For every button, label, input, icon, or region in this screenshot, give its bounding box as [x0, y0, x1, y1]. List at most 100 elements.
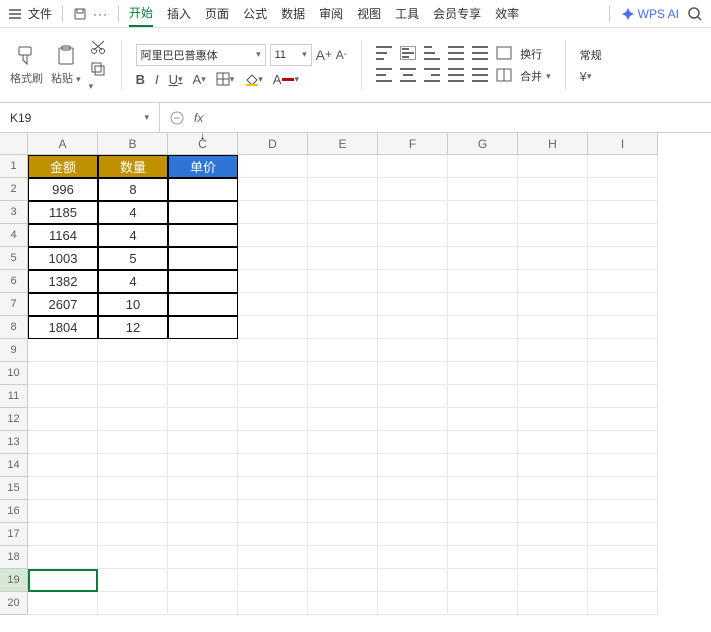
tab-formula[interactable]: 公式: [243, 1, 267, 26]
cell[interactable]: [308, 339, 378, 362]
cell[interactable]: [168, 569, 238, 592]
cell[interactable]: [588, 454, 658, 477]
cell[interactable]: [378, 408, 448, 431]
orientation-icon[interactable]: [496, 46, 512, 62]
cell[interactable]: [308, 362, 378, 385]
cell[interactable]: [378, 339, 448, 362]
cell[interactable]: 2607: [28, 293, 98, 316]
cell[interactable]: [238, 477, 308, 500]
cancel-icon[interactable]: [170, 111, 184, 125]
cell[interactable]: [588, 247, 658, 270]
cell[interactable]: [98, 454, 168, 477]
cell[interactable]: [518, 316, 588, 339]
strikethrough-button[interactable]: A▾: [193, 72, 206, 87]
row-header[interactable]: 20: [0, 592, 28, 615]
cell[interactable]: [588, 201, 658, 224]
cell[interactable]: [588, 546, 658, 569]
cell[interactable]: [518, 569, 588, 592]
cell[interactable]: [238, 454, 308, 477]
justify-icon[interactable]: [448, 68, 464, 82]
cell[interactable]: [448, 454, 518, 477]
cell[interactable]: [28, 408, 98, 431]
cell[interactable]: 996: [28, 178, 98, 201]
cell[interactable]: [518, 339, 588, 362]
cell[interactable]: [588, 316, 658, 339]
number-format-select[interactable]: 常规: [580, 47, 602, 63]
cell[interactable]: [448, 316, 518, 339]
cell[interactable]: 1003: [28, 247, 98, 270]
row-header[interactable]: 19: [0, 569, 28, 592]
cell[interactable]: 12: [98, 316, 168, 339]
cell[interactable]: [98, 408, 168, 431]
column-header[interactable]: D: [238, 133, 308, 155]
cell[interactable]: [168, 500, 238, 523]
align-middle-icon[interactable]: [400, 46, 416, 60]
cell[interactable]: [168, 385, 238, 408]
cell[interactable]: [308, 523, 378, 546]
fx-icon[interactable]: fx: [194, 111, 203, 125]
cell[interactable]: [238, 362, 308, 385]
cell[interactable]: [588, 523, 658, 546]
cell[interactable]: 4: [98, 224, 168, 247]
cell[interactable]: [28, 362, 98, 385]
cell[interactable]: [28, 500, 98, 523]
column-header[interactable]: I: [588, 133, 658, 155]
cell[interactable]: [168, 477, 238, 500]
cell[interactable]: [238, 523, 308, 546]
column-header[interactable]: G: [448, 133, 518, 155]
cell[interactable]: [98, 500, 168, 523]
select-all-corner[interactable]: [0, 133, 28, 155]
cell[interactable]: [168, 201, 238, 224]
cell[interactable]: [588, 362, 658, 385]
cell[interactable]: [98, 523, 168, 546]
decrease-indent-icon[interactable]: [448, 46, 464, 60]
cell[interactable]: 金额: [28, 155, 98, 178]
row-header[interactable]: 12: [0, 408, 28, 431]
cell[interactable]: [308, 155, 378, 178]
font-color-button[interactable]: A▾: [273, 72, 299, 87]
align-top-icon[interactable]: [376, 46, 392, 60]
cell[interactable]: [168, 247, 238, 270]
cell[interactable]: [308, 546, 378, 569]
cell[interactable]: [28, 339, 98, 362]
cell[interactable]: [168, 339, 238, 362]
cell[interactable]: [308, 224, 378, 247]
cell[interactable]: 1804: [28, 316, 98, 339]
cell[interactable]: [518, 477, 588, 500]
cell[interactable]: [378, 293, 448, 316]
cell[interactable]: [518, 592, 588, 615]
cell[interactable]: 4: [98, 201, 168, 224]
cell[interactable]: [98, 592, 168, 615]
cell[interactable]: [308, 592, 378, 615]
search-icon[interactable]: [687, 6, 703, 22]
cell[interactable]: 8: [98, 178, 168, 201]
cell[interactable]: [28, 385, 98, 408]
cell[interactable]: [238, 316, 308, 339]
cell[interactable]: [378, 454, 448, 477]
row-header[interactable]: 15: [0, 477, 28, 500]
cell[interactable]: 数量: [98, 155, 168, 178]
merge-cells-icon[interactable]: [496, 68, 512, 84]
cell[interactable]: [378, 224, 448, 247]
cell[interactable]: [588, 155, 658, 178]
cell[interactable]: [28, 569, 98, 592]
bold-button[interactable]: B: [136, 72, 145, 87]
cell[interactable]: [378, 477, 448, 500]
cell[interactable]: [98, 339, 168, 362]
cell[interactable]: [308, 385, 378, 408]
cell[interactable]: [588, 178, 658, 201]
align-center-icon[interactable]: [400, 68, 416, 82]
cell[interactable]: [308, 477, 378, 500]
cell[interactable]: [448, 155, 518, 178]
cell[interactable]: [168, 592, 238, 615]
cell[interactable]: [518, 362, 588, 385]
cell[interactable]: [28, 592, 98, 615]
merge-button[interactable]: 合并▾: [520, 68, 551, 84]
cell[interactable]: 1164: [28, 224, 98, 247]
cell[interactable]: [238, 569, 308, 592]
cell[interactable]: [238, 408, 308, 431]
row-header[interactable]: 4: [0, 224, 28, 247]
cell[interactable]: [238, 155, 308, 178]
cell[interactable]: [168, 362, 238, 385]
currency-icon[interactable]: ¥▾: [580, 69, 592, 84]
